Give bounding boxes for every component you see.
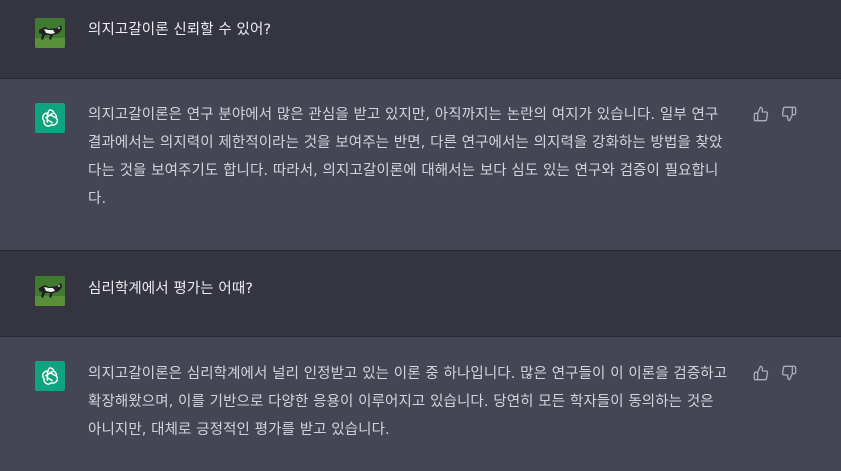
chat-thread: 의지고갈이론 신뢰할 수 있어? 의지고갈이론은 연구 분야에서 많은 관심을 … [0,0,841,471]
dog-avatar-image [35,276,65,306]
message-line: 결과에서는 의지력이 제한적이라는 것을 보여주는 반면, 다른 연구에서는 의… [88,135,723,151]
user-message-text: 의지고갈이론 신뢰할 수 있어? [88,16,271,44]
thumbs-up-button[interactable] [752,364,770,382]
assistant-message: 의지고갈이론은 심리학계에서 널리 인정받고 있는 이론 중 하나입니다. 많은… [0,337,841,471]
feedback-buttons [752,105,798,123]
user-avatar [35,18,65,48]
thumbs-down-button[interactable] [780,105,798,123]
message-line: 의지고갈이론 신뢰할 수 있어? [88,22,272,38]
message-line: 심리학계에서 평가는 어때? [88,281,254,297]
assistant-avatar [35,103,65,133]
message-line: 아니지만, 대체로 긍정적인 평가를 받고 있습니다. [88,422,390,438]
thumbs-down-button[interactable] [780,364,798,382]
openai-logo-icon [42,367,59,385]
feedback-buttons [752,364,798,382]
user-message: 심리학계에서 평가는 어때? [0,251,841,337]
openai-logo-icon [42,109,59,127]
thumbs-up-icon [753,106,769,122]
user-message: 의지고갈이론 신뢰할 수 있어? [0,0,841,79]
message-line: 다. [88,191,107,207]
thumbs-down-icon [781,365,797,381]
message-line: 의지고갈이론은 연구 분야에서 많은 관심을 받고 있지만, 아직까지는 논란의… [88,107,719,123]
message-line: 확장해왔으며, 이를 기반으로 다양한 응용이 이루어지고 있습니다. 당연히 … [88,394,714,410]
assistant-message-content: 의지고갈이론은 연구 분야에서 많은 관심을 받고 있지만, 아직까지는 논란의… [88,101,748,213]
assistant-message: 의지고갈이론은 연구 분야에서 많은 관심을 받고 있지만, 아직까지는 논란의… [0,79,841,251]
thumbs-up-icon [753,365,769,381]
user-avatar [35,276,65,306]
thumbs-down-icon [781,106,797,122]
message-line: 다는 것을 보여주기도 합니다. 따라서, 의지고갈이론에 대해서는 보다 심도… [88,163,719,179]
message-line: 의지고갈이론은 심리학계에서 널리 인정받고 있는 이론 중 하나입니다. 많은… [88,366,728,382]
thumbs-up-button[interactable] [752,105,770,123]
user-message-text: 심리학계에서 평가는 어때? [88,275,253,303]
assistant-message-content: 의지고갈이론은 심리학계에서 널리 인정받고 있는 이론 중 하나입니다. 많은… [88,360,748,444]
dog-avatar-image [35,18,65,48]
assistant-avatar [35,361,65,391]
